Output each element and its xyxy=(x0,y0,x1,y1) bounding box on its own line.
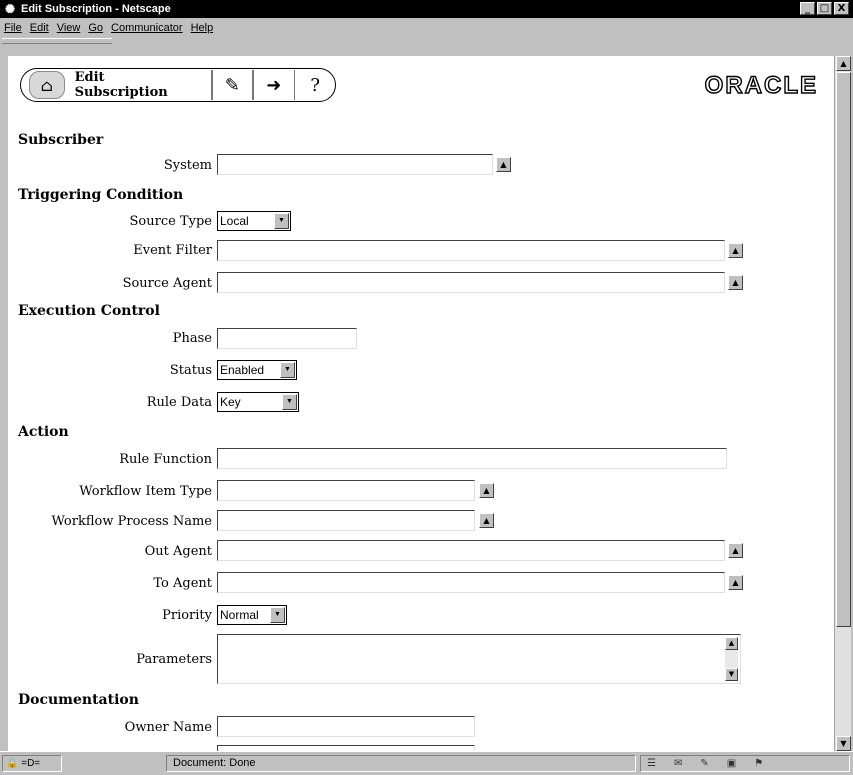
workflow-item-type-lov-icon[interactable]: ▲ xyxy=(479,483,494,498)
exit-icon[interactable]: ➜ xyxy=(254,70,294,100)
close-button[interactable]: X xyxy=(834,2,849,15)
parameters-textarea[interactable]: ▲ ▼ xyxy=(217,634,741,684)
status-bar: 🔒 =D= Document: Done ☰ ✉ ✎ ▣ ⚑ xyxy=(0,751,853,775)
scroll-down-icon[interactable]: ▼ xyxy=(725,668,738,681)
source-agent-lov-icon[interactable]: ▲ xyxy=(728,275,743,290)
source-type-value: Local xyxy=(220,214,249,228)
page-scrollbar[interactable]: ▲ ▼ xyxy=(834,56,851,751)
source-agent-field[interactable] xyxy=(217,272,725,293)
page-content: ⌂ Edit Subscription ✎ ➜ ? ORACLE Subscri… xyxy=(8,56,834,751)
workflow-process-name-lov-icon[interactable]: ▲ xyxy=(479,513,494,528)
rule-data-select[interactable]: Key ▼ xyxy=(217,392,299,412)
section-action: Action xyxy=(18,424,69,440)
composer-icon[interactable]: ▣ xyxy=(727,756,736,771)
maximize-button[interactable]: □ xyxy=(817,2,832,15)
security-icon[interactable]: 🔒 =D= xyxy=(2,755,62,772)
to-agent-label: To Agent xyxy=(153,576,212,591)
help-icon[interactable]: ? xyxy=(295,70,335,100)
menu-communicator[interactable]: Communicator xyxy=(111,22,183,34)
menu-edit[interactable]: Edit xyxy=(30,22,49,34)
workflow-process-name-field[interactable] xyxy=(217,510,475,531)
oracle-logo: ORACLE xyxy=(704,71,818,99)
owner-name-label: Owner Name xyxy=(124,720,212,735)
out-agent-field[interactable] xyxy=(217,540,725,561)
menu-help[interactable]: Help xyxy=(191,22,214,34)
system-lov-icon[interactable]: ▲ xyxy=(496,157,511,172)
status-label: Status xyxy=(169,363,212,378)
parameters-scrollbar[interactable]: ▲ ▼ xyxy=(725,637,738,681)
section-triggering-condition: Triggering Condition xyxy=(18,187,184,203)
toolbar-title: Edit Subscription xyxy=(74,70,168,100)
status-value: Enabled xyxy=(220,363,265,377)
rule-function-field[interactable] xyxy=(217,448,727,469)
section-documentation: Documentation xyxy=(18,692,139,708)
rule-data-value: Key xyxy=(220,395,241,409)
workflow-item-type-label: Workflow Item Type xyxy=(79,484,212,499)
home-icon[interactable]: ⌂ xyxy=(29,71,65,99)
toolbar-grip[interactable] xyxy=(2,38,112,44)
event-filter-field[interactable] xyxy=(217,240,725,261)
chevron-down-icon[interactable]: ▼ xyxy=(282,394,297,410)
event-filter-label: Event Filter xyxy=(133,243,212,258)
minimize-button[interactable]: _ xyxy=(800,2,815,15)
discussion-icon[interactable]: ✎ xyxy=(700,756,708,771)
parameters-label: Parameters xyxy=(136,652,212,667)
workflow-item-type-field[interactable] xyxy=(217,480,475,501)
component-bar: ☰ ✉ ✎ ▣ ⚑ xyxy=(640,755,850,772)
phase-label: Phase xyxy=(172,331,212,346)
source-type-label: Source Type xyxy=(129,214,212,229)
menubar: File Edit View Go Communicator Help xyxy=(0,18,853,38)
menu-view[interactable]: View xyxy=(57,22,81,34)
chevron-down-icon[interactable]: ▼ xyxy=(274,213,289,229)
chevron-down-icon[interactable]: ▼ xyxy=(270,607,285,623)
scroll-up-icon[interactable]: ▲ xyxy=(836,56,851,71)
status-select[interactable]: Enabled ▼ xyxy=(217,360,297,380)
rule-function-label: Rule Function xyxy=(119,452,212,467)
workflow-process-name-label: Workflow Process Name xyxy=(51,514,212,529)
to-agent-field[interactable] xyxy=(217,572,725,593)
source-agent-label: Source Agent xyxy=(122,276,212,291)
priority-value: Normal xyxy=(220,608,259,622)
tools-icon[interactable]: ✎ xyxy=(213,70,253,100)
phase-field[interactable] xyxy=(217,328,357,349)
system-field[interactable] xyxy=(217,154,493,175)
section-subscriber: Subscriber xyxy=(18,132,104,148)
section-execution-control: Execution Control xyxy=(18,303,160,319)
source-type-select[interactable]: Local ▼ xyxy=(217,211,291,231)
owner-name-field[interactable] xyxy=(217,716,475,737)
scroll-down-icon[interactable]: ▼ xyxy=(836,736,851,751)
to-agent-lov-icon[interactable]: ▲ xyxy=(728,575,743,590)
rule-data-label: Rule Data xyxy=(146,395,212,410)
scrollbar-thumb[interactable] xyxy=(836,72,851,627)
status-text: Document: Done xyxy=(166,755,636,772)
netscape-icon: ✺ xyxy=(4,2,16,16)
menu-file[interactable]: File xyxy=(4,22,22,34)
system-label: System xyxy=(163,158,212,173)
status-icon[interactable]: ⚑ xyxy=(754,756,763,771)
priority-select[interactable]: Normal ▼ xyxy=(217,605,287,625)
menu-go[interactable]: Go xyxy=(88,22,103,34)
window-title: Edit Subscription - Netscape xyxy=(21,3,171,15)
priority-label: Priority xyxy=(162,608,212,623)
window-titlebar: ✺ Edit Subscription - Netscape _ □ X xyxy=(0,0,853,18)
event-filter-lov-icon[interactable]: ▲ xyxy=(728,243,743,258)
out-agent-label: Out Agent xyxy=(144,544,212,559)
app-toolbar: ⌂ Edit Subscription ✎ ➜ ? xyxy=(20,68,336,102)
out-agent-lov-icon[interactable]: ▲ xyxy=(728,543,743,558)
mail-icon[interactable]: ✉ xyxy=(674,756,682,771)
navigator-icon[interactable]: ☰ xyxy=(647,756,656,771)
chevron-down-icon[interactable]: ▼ xyxy=(280,362,295,378)
scroll-up-icon[interactable]: ▲ xyxy=(725,637,738,650)
